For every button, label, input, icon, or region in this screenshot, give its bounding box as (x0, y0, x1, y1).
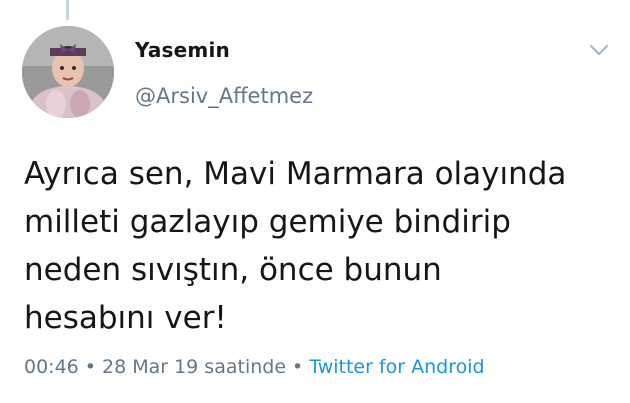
tweet-text: Ayrıca sen, Mavi Marmara olayında millet… (24, 156, 567, 336)
tweet-metadata: 00:46 • 28 Mar 19 saatinde • Twitter for And… (24, 356, 485, 378)
tweet-source-link[interactable]: Twitter for Android (309, 356, 484, 378)
chevron-down-icon[interactable] (586, 40, 612, 60)
thread-connector-line (66, 0, 69, 20)
meta-separator: • (84, 356, 96, 378)
tweet-time: 00:46 (24, 356, 79, 378)
tweet-date: 28 Mar 19 saatinde (101, 356, 287, 378)
profile-photo (22, 26, 114, 118)
meta-separator: • (292, 356, 304, 378)
user-handle[interactable]: @Arsiv_Affetmez (135, 84, 313, 108)
avatar[interactable] (22, 26, 114, 118)
display-name[interactable]: Yasemin (135, 38, 230, 62)
